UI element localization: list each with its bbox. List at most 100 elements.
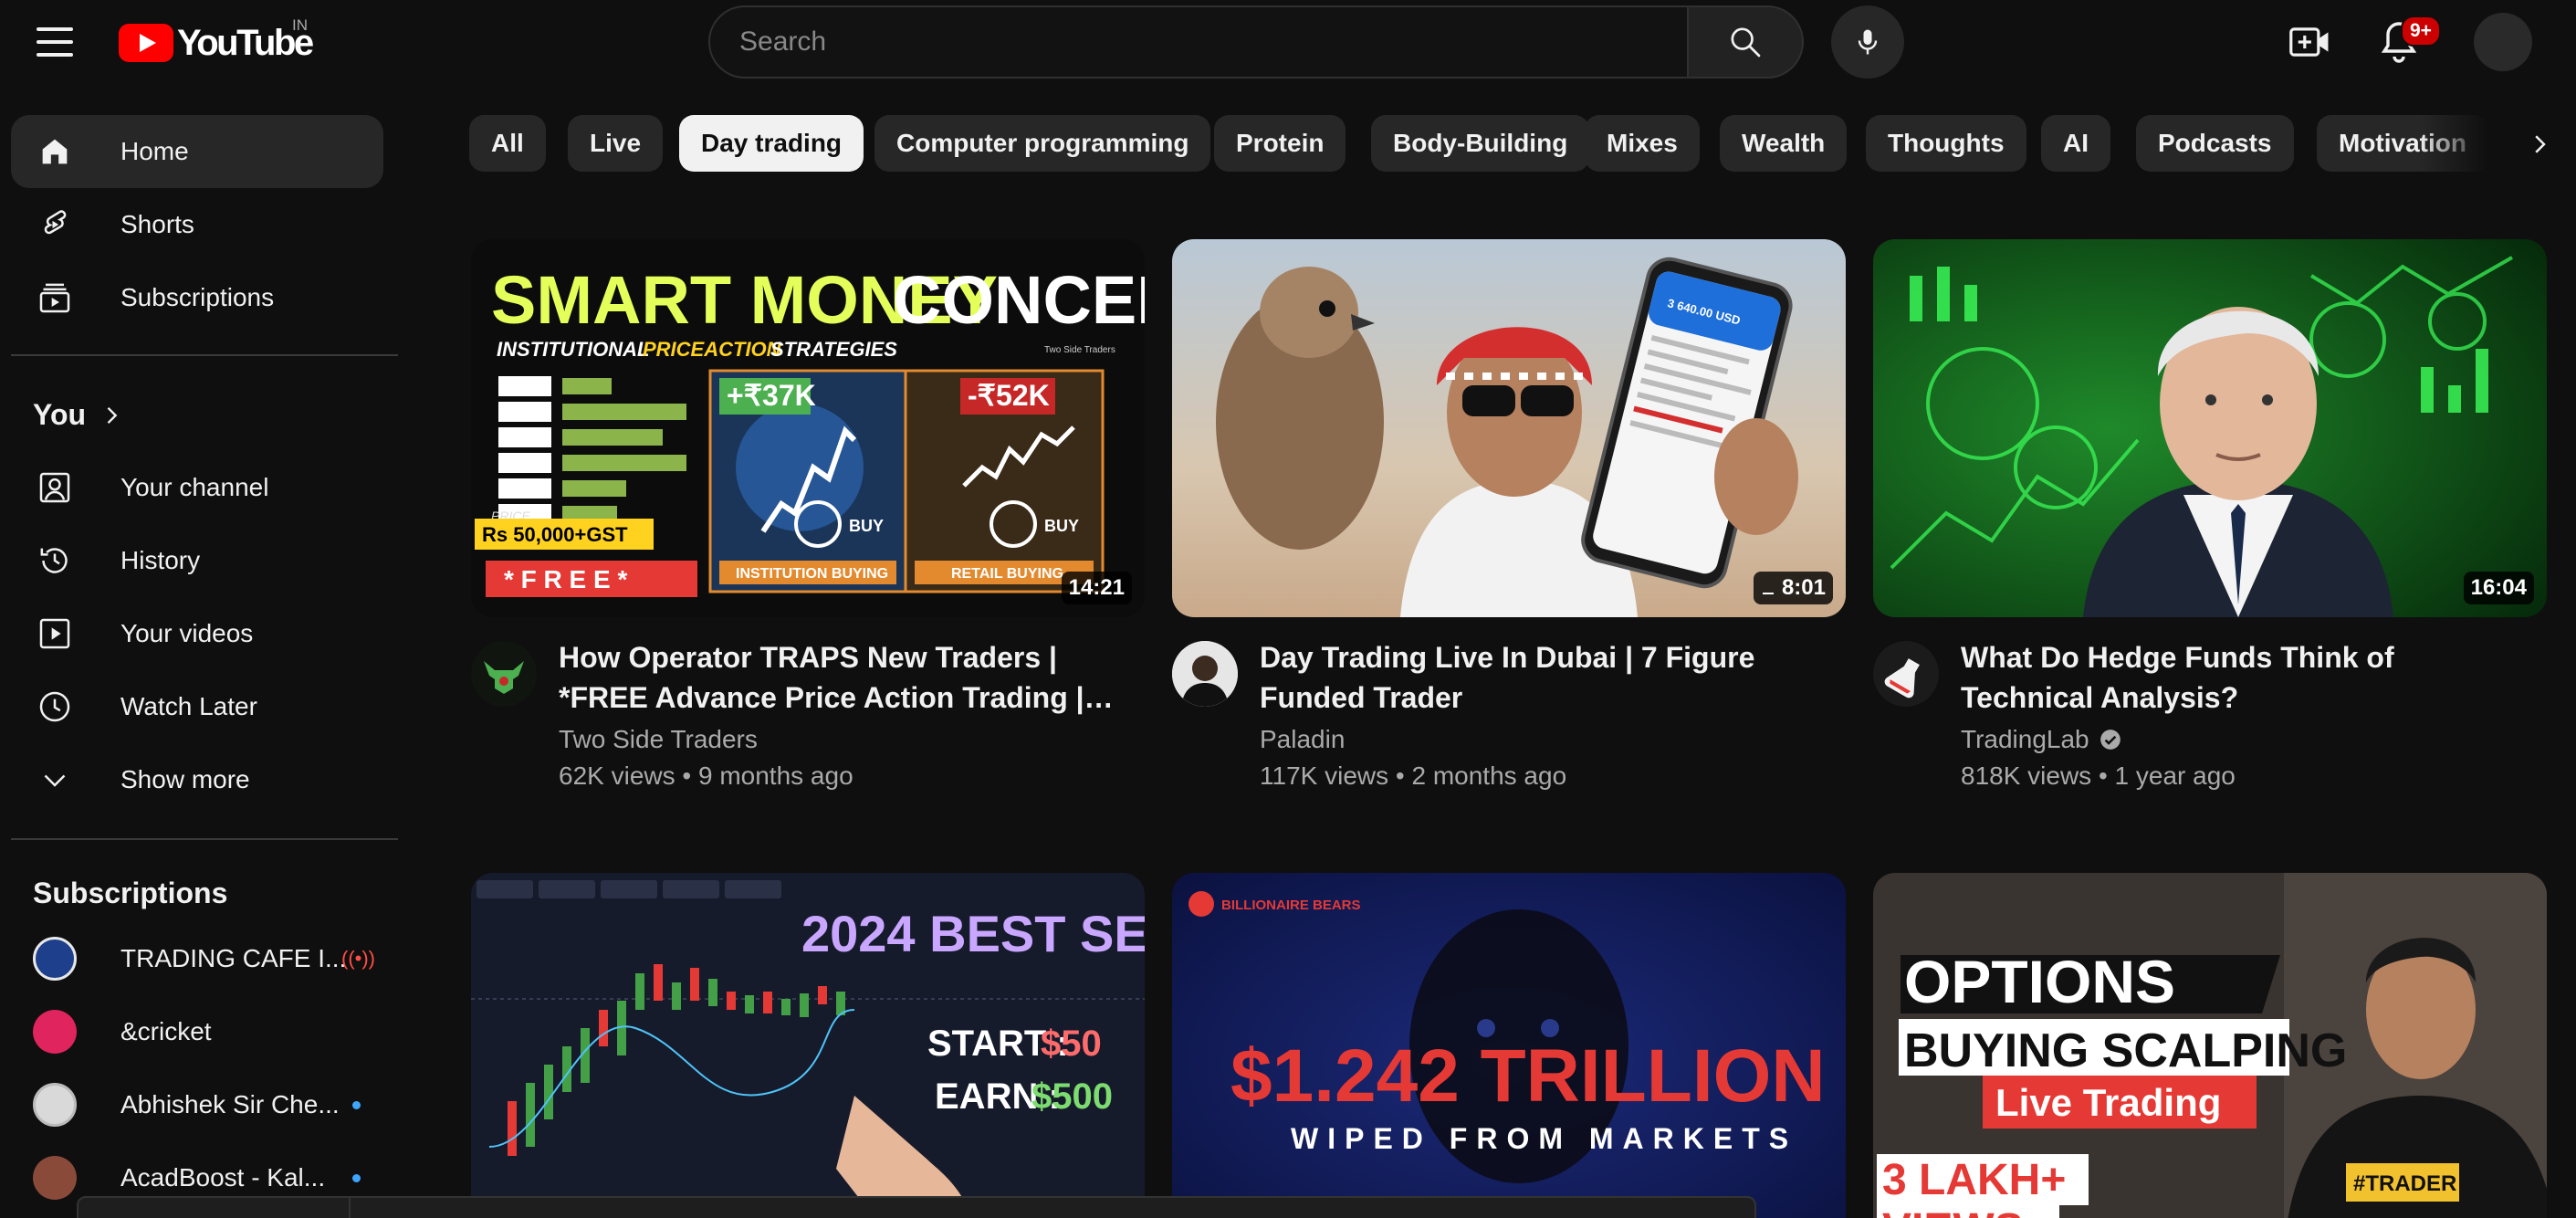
search-input[interactable] [739, 26, 1687, 58]
video-thumbnail[interactable]: OPTIONS BUYING SCALPING Live Trading 3 L… [1873, 873, 2547, 1218]
channel-avatar[interactable] [1172, 641, 1238, 707]
youtube-play-icon [119, 24, 173, 62]
chip-computer-programming[interactable]: Computer programming [874, 115, 1211, 172]
video-thumbnail[interactable]: 2024 BEST SETUP START : $50 EARN : $500 [471, 873, 1145, 1218]
account-avatar[interactable] [2474, 13, 2532, 71]
channel-name[interactable]: TradingLab [1961, 725, 2122, 754]
thumbnail-art: OPTIONS BUYING SCALPING Live Trading 3 L… [1873, 873, 2547, 1218]
thumb-sub-c: STRATEGIES [770, 338, 897, 361]
thumb-line3: Live Trading [1995, 1081, 2221, 1124]
sidebar-item-show-more[interactable]: Show more [11, 743, 383, 816]
thumb-sub-b: PRICEACTION [643, 338, 782, 361]
sidebar-item-your-videos[interactable]: Your videos [11, 597, 383, 670]
sidebar-item-label: &cricket [120, 1017, 212, 1045]
chevron-down-icon [33, 758, 77, 802]
sidebar-item-label: AcadBoost - Kal... [120, 1163, 326, 1192]
thumb-views2: VIEWS [1882, 1205, 2024, 1218]
thumb-views: 3 LAKH+ [1882, 1156, 2066, 1204]
sidebar-item-watch-later[interactable]: Watch Later [11, 670, 383, 743]
channel-name-text: TradingLab [1961, 725, 2089, 753]
you-section-header[interactable]: You [33, 398, 124, 432]
thumb-gain: +₹37K [727, 379, 816, 412]
video-meta: 117K views • 2 months ago [1260, 761, 1567, 790]
chip-ai[interactable]: AI [2041, 115, 2110, 172]
channel-avatar [33, 1083, 77, 1127]
menu-icon[interactable] [33, 24, 77, 60]
create-video-icon [2289, 27, 2329, 57]
subscriptions-section-title: Subscriptions [33, 877, 228, 909]
thumb-start-value: $50 [1041, 1024, 1102, 1064]
video-title[interactable]: What Do Hedge Funds Think of Technical A… [1961, 637, 2527, 718]
chip-protein[interactable]: Protein [1214, 115, 1346, 172]
new-content-dot [352, 1174, 361, 1182]
sidebar-item-label: Watch Later [120, 692, 257, 720]
video-thumbnail[interactable]: SMART MONEY CONCEPT INSTITUTIONAL PRICEA… [471, 239, 1145, 617]
new-content-dot [352, 1101, 361, 1109]
you-title: You [33, 398, 87, 431]
chip-all[interactable]: All [469, 115, 546, 172]
bottom-toolbar [77, 1196, 1756, 1218]
chip-body-building[interactable]: Body-Building [1371, 115, 1590, 172]
search-button[interactable] [1687, 5, 1804, 79]
sidebar-item-subscriptions[interactable]: Subscriptions [11, 261, 383, 334]
sidebar-subscription-trading-cafe[interactable]: TRADING CAFE I... ((•)) [11, 922, 383, 995]
thumb-headline-b: CONCEPT [893, 262, 1145, 338]
channel-photo [1172, 641, 1238, 707]
thumbnail-art: 2024 BEST SETUP START : $50 EARN : $500 [471, 873, 1145, 1218]
sidebar-item-home[interactable]: Home [11, 115, 383, 188]
sidebar-item-your-channel[interactable]: Your channel [11, 451, 383, 524]
channel-avatar[interactable] [1873, 641, 1939, 707]
chip-live[interactable]: Live [568, 115, 664, 172]
channel-name[interactable]: Two Side Traders [559, 725, 758, 754]
chip-day-trading[interactable]: Day trading [679, 115, 864, 172]
thumbnail-art: BILLIONAIRE BEARS $1.242 TRILLION WIPED … [1172, 873, 1846, 1218]
channel-avatar [33, 1156, 77, 1200]
video-meta: 818K views • 1 year ago [1961, 761, 2236, 790]
sidebar-item-label: Abhishek Sir Che... [120, 1090, 340, 1118]
chip-thoughts[interactable]: Thoughts [1866, 115, 2026, 172]
shorts-badge-icon [1763, 593, 1775, 594]
sidebar-item-label: Your videos [120, 619, 254, 647]
chip-wealth[interactable]: Wealth [1720, 115, 1848, 172]
country-code: IN [292, 16, 308, 34]
thumb-price: Rs 50,000+GST [482, 523, 628, 546]
shorts-icon [33, 203, 77, 247]
voice-search-button[interactable] [1831, 5, 1904, 79]
video-title[interactable]: Day Trading Live In Dubai | 7 Figure Fun… [1260, 637, 1826, 718]
thumb-buy-a: BUY [849, 517, 884, 535]
youtube-logo[interactable]: YouTube IN [119, 16, 314, 66]
channel-avatar [33, 1010, 77, 1054]
sidebar-item-label: Subscriptions [120, 283, 275, 311]
channel-name[interactable]: Paladin [1260, 725, 1345, 754]
top-bar: YouTube IN 9+ [0, 0, 2576, 84]
channel-avatar[interactable] [471, 641, 537, 707]
thumb-line1: OPTIONS [1904, 948, 2175, 1015]
home-icon [33, 130, 77, 173]
sidebar-subscription-cricket[interactable]: &cricket [11, 995, 383, 1068]
history-icon [33, 539, 77, 583]
chips-next-button[interactable] [2518, 122, 2561, 166]
video-duration-text: 8:01 [1781, 575, 1826, 600]
channel-name-text: Two Side Traders [559, 725, 758, 753]
sidebar-subscription-abhishek[interactable]: Abhishek Sir Che... [11, 1068, 383, 1141]
thumb-line2: BUYING SCALPING [1904, 1024, 2347, 1077]
thumb-buy-b: BUY [1044, 517, 1079, 535]
live-icon: ((•)) [341, 947, 376, 970]
sidebar-item-shorts[interactable]: Shorts [11, 188, 383, 261]
video-thumbnail[interactable]: BILLIONAIRE BEARS $1.242 TRILLION WIPED … [1172, 873, 1846, 1218]
subscriptions-icon [33, 276, 77, 320]
video-title[interactable]: How Operator TRAPS New Traders | *FREE A… [559, 637, 1125, 718]
chip-podcasts[interactable]: Podcasts [2136, 115, 2294, 172]
thumb-loss: -₹52K [968, 379, 1050, 412]
chip-mixes[interactable]: Mixes [1585, 115, 1700, 172]
channel-icon [33, 466, 77, 509]
thumbnail-art [1873, 239, 2547, 617]
sidebar-item-history[interactable]: History [11, 524, 383, 597]
video-thumbnail[interactable]: 3 640.00 USD 8:01 [1172, 239, 1846, 617]
thumb-free: * F R E E * [504, 565, 627, 593]
sidebar-divider [11, 354, 398, 356]
sidebar-item-label: Shorts [120, 210, 194, 238]
video-thumbnail[interactable]: 16:04 [1873, 239, 2547, 617]
sidebar-item-label: TRADING CAFE I... [120, 944, 347, 972]
create-button[interactable] [2289, 24, 2331, 60]
